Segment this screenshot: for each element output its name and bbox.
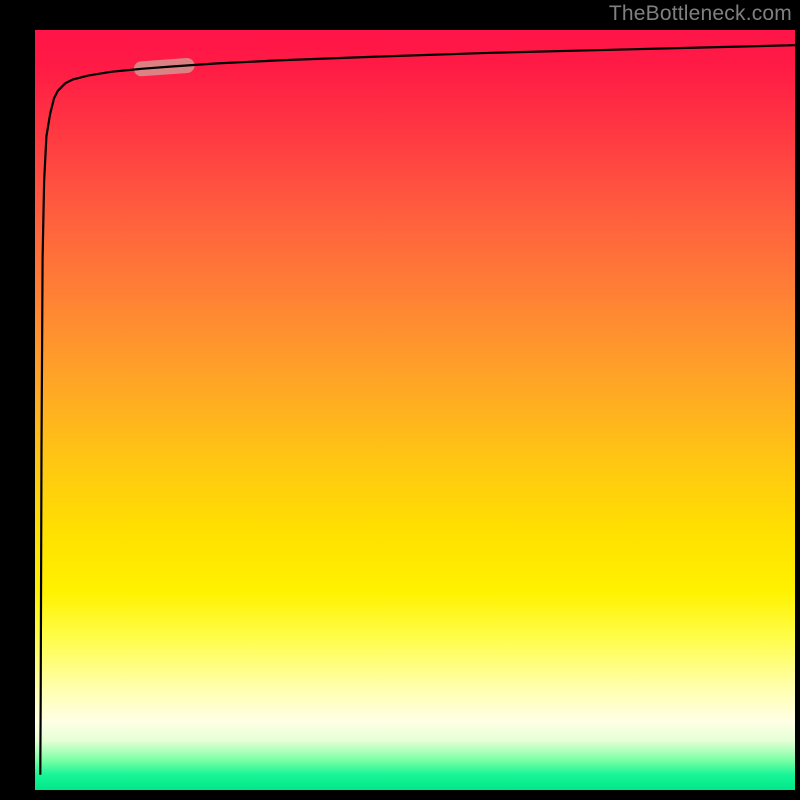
watermark-text: TheBottleneck.com — [609, 2, 792, 26]
chart-frame: TheBottleneck.com — [0, 0, 800, 800]
curve-layer — [35, 30, 795, 790]
bottleneck-curve — [40, 45, 795, 775]
plot-area — [35, 30, 795, 790]
plot-inner — [35, 30, 795, 790]
